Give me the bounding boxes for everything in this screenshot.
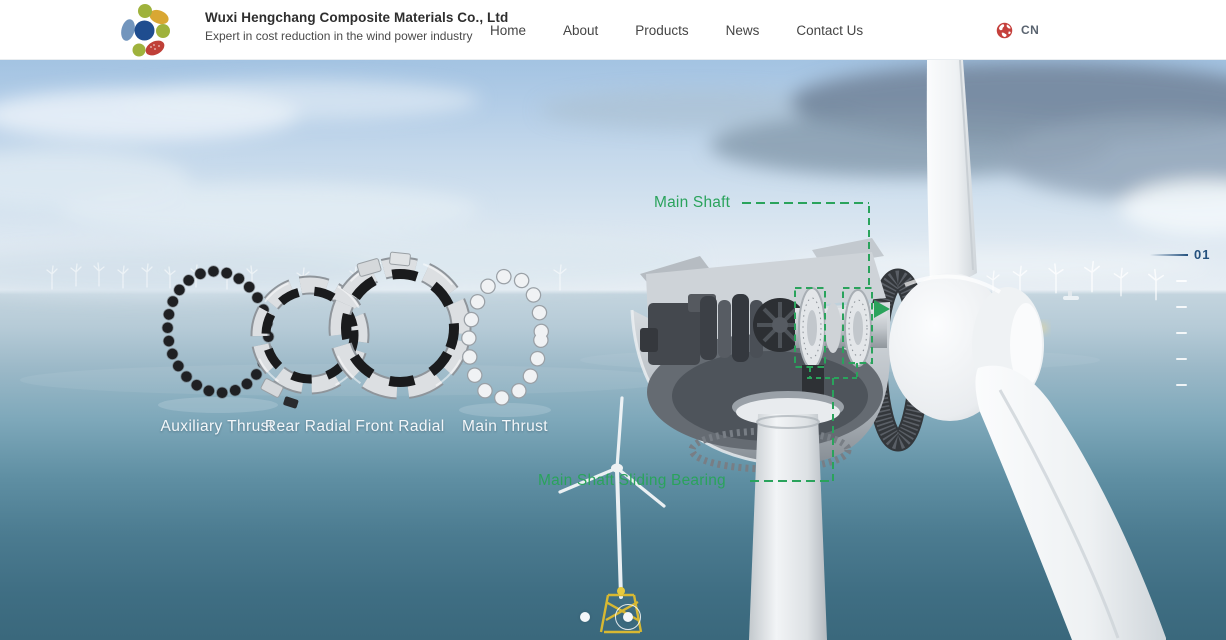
site-header: Wuxi Hengchang Composite Materials Co., … <box>0 0 1226 60</box>
pagination-dot-2-core <box>623 612 633 622</box>
callout-sliding-bearing: Main Shaft Sliding Bearing <box>538 472 726 490</box>
nav-item-home[interactable]: Home <box>490 23 526 38</box>
hero-slide: Main Shaft Main Shaft Sliding Bearing Au… <box>0 60 1226 640</box>
nav-item-contact[interactable]: Contact Us <box>796 23 863 38</box>
product-label-main-thrust: Main Thrust <box>462 418 548 436</box>
language-switcher[interactable]: CN <box>996 0 1039 60</box>
logo-green-circle <box>133 44 146 57</box>
product-label-rear-radial: Rear Radial <box>265 418 351 436</box>
boat <box>1063 291 1079 300</box>
company-name: Wuxi Hengchang Composite Materials Co., … <box>205 10 508 25</box>
company-tagline: Expert in cost reduction in the wind pow… <box>205 29 508 43</box>
logo-center-circle <box>135 21 155 41</box>
shaft-bearing-1 <box>799 288 825 368</box>
brand-block: Wuxi Hengchang Composite Materials Co., … <box>205 10 508 43</box>
pagination-dot-1[interactable] <box>580 612 590 622</box>
product-label-auxiliary-thrust: Auxiliary Thrust <box>161 418 274 436</box>
logo-red-petal <box>143 38 167 57</box>
mid-turbine <box>560 398 664 632</box>
product-label-front-radial: Front Radial <box>355 418 444 436</box>
slide-indicator: 01 <box>1150 247 1210 262</box>
globe-icon <box>996 22 1013 39</box>
slide-number: 01 <box>1194 247 1210 262</box>
nav-item-about[interactable]: About <box>563 23 598 38</box>
shaft-bearing-2 <box>845 290 871 366</box>
logo-green-circle <box>138 4 152 18</box>
indicator-tick <box>1176 332 1187 334</box>
callout-main-shaft: Main Shaft <box>654 194 730 212</box>
nav-item-products[interactable]: Products <box>635 23 688 38</box>
logo-green-circle <box>156 24 170 38</box>
slide-indicator-line <box>1150 254 1188 256</box>
company-logo[interactable] <box>117 3 171 57</box>
language-code: CN <box>1021 23 1039 37</box>
main-nav: Home About Products News Contact Us <box>490 0 863 60</box>
indicator-tick <box>1176 280 1187 282</box>
indicator-tick <box>1176 358 1187 360</box>
hero-illustration <box>0 60 1226 640</box>
blade-down <box>975 366 1166 640</box>
indicator-tick <box>1176 384 1187 386</box>
logo-blue-petal <box>119 18 137 42</box>
clouds <box>0 62 1226 296</box>
pagination-dot-2-active[interactable] <box>615 604 641 630</box>
nav-item-news[interactable]: News <box>726 23 760 38</box>
indicator-tick <box>1176 306 1187 308</box>
